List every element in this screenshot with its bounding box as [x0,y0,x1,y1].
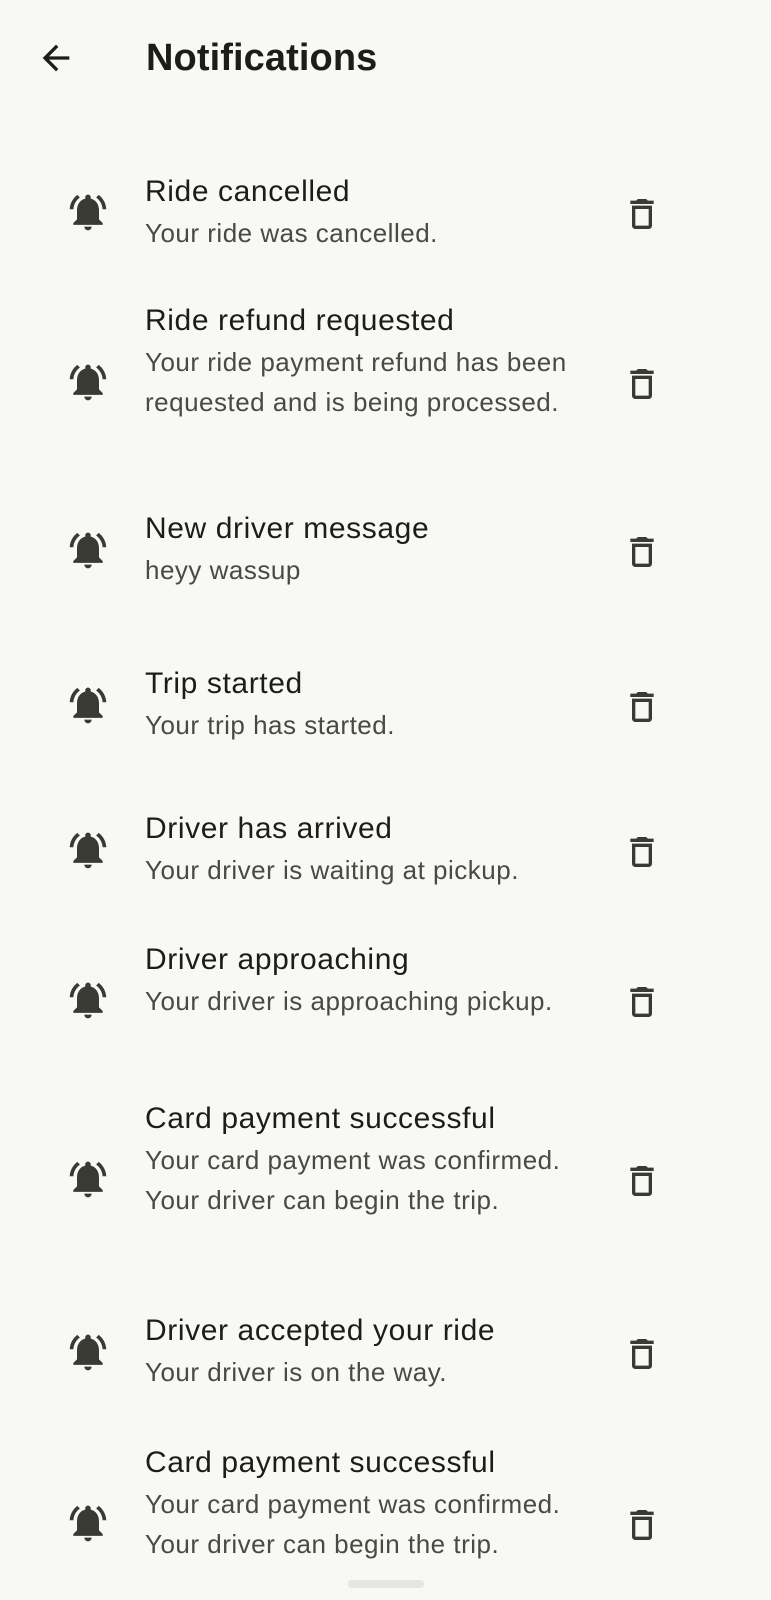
bell-ringing-icon [69,1505,107,1542]
notification-title: Ride cancelled [145,175,351,208]
delete-button[interactable] [618,528,666,576]
notification-body: Your driver is on the way. [145,1357,448,1387]
notification-body: Your card payment was confirmed. Your dr… [145,1145,561,1215]
gesture-nav-handle[interactable] [348,1580,424,1588]
trash-icon [630,1166,654,1196]
trash-icon [630,537,654,567]
notification-body: Your ride was cancelled. [145,218,438,248]
trash-icon [630,987,654,1017]
bell-ringing-icon [69,832,107,869]
bell-ringing-icon [69,364,107,401]
notification-title: Ride refund requested [145,304,455,337]
bell-ringing-icon [69,1161,107,1198]
notification-title: Card payment successful [145,1446,496,1479]
delete-button[interactable] [618,1501,666,1549]
notification-body: Your ride payment refund has been reques… [145,347,567,417]
notification-body: heyy wassup [145,555,301,585]
notification-title: Driver accepted your ride [145,1314,496,1347]
delete-button[interactable] [618,190,666,238]
bell-ringing-icon [69,532,107,569]
delete-button[interactable] [618,1157,666,1205]
notification-body: Your card payment was confirmed. Your dr… [145,1489,561,1559]
trash-icon [630,369,654,399]
notification-list: Ride cancelled Your ride was cancelled. … [0,0,771,1600]
bell-ringing-icon [69,982,107,1019]
delete-button[interactable] [618,683,666,731]
trash-icon [630,1510,654,1540]
notification-title: New driver message [145,512,430,545]
notification-body: Your driver is waiting at pickup. [145,855,519,885]
trash-icon [630,692,654,722]
delete-button[interactable] [618,1330,666,1378]
notification-body: Your driver is approaching pickup. [145,986,553,1016]
notification-title: Driver has arrived [145,812,393,845]
trash-icon [630,1339,654,1369]
bell-ringing-icon [69,194,107,231]
notification-title: Card payment successful [145,1102,496,1135]
delete-button[interactable] [618,360,666,408]
delete-button[interactable] [618,828,666,876]
notification-body: Your trip has started. [145,710,395,740]
notification-title: Trip started [145,667,303,700]
delete-button[interactable] [618,978,666,1026]
bell-ringing-icon [69,687,107,724]
trash-icon [630,837,654,867]
bell-ringing-icon [69,1334,107,1371]
notification-title: Driver approaching [145,943,410,976]
trash-icon [630,199,654,229]
